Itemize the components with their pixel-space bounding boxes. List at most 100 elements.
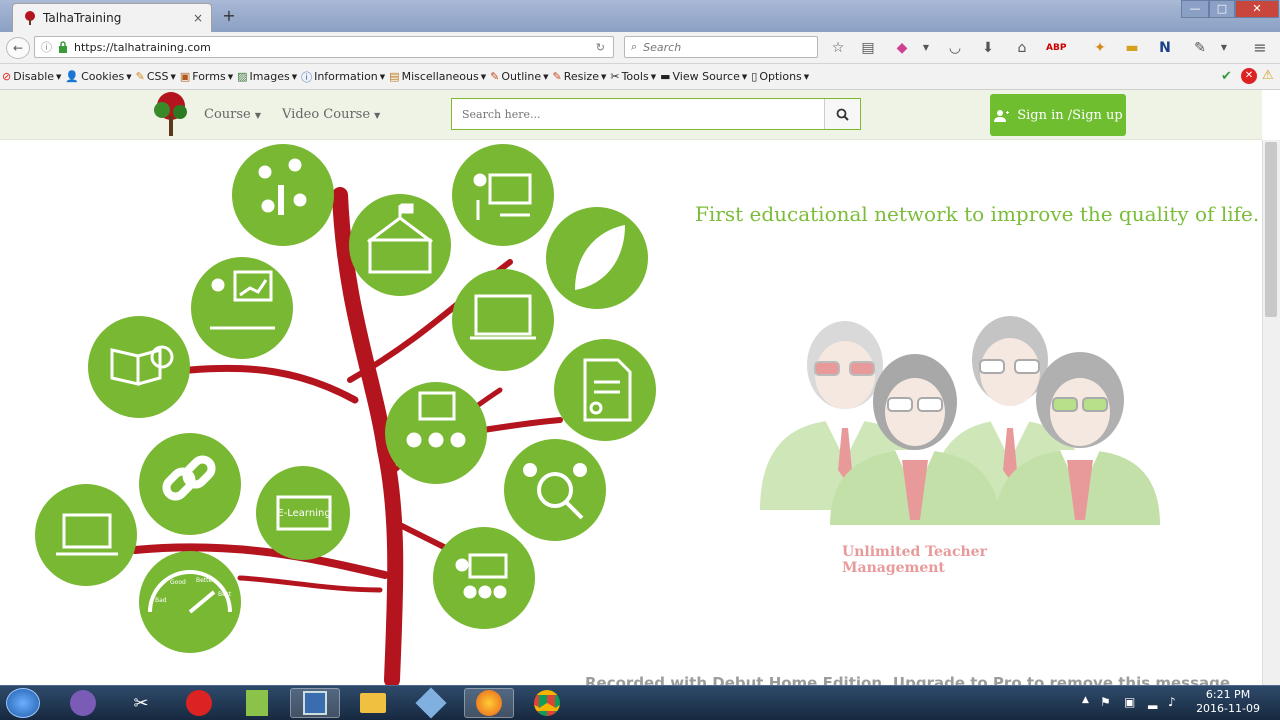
- chart-app-icon: [246, 690, 268, 716]
- caret-icon: ▼: [379, 72, 386, 81]
- puzzle-icon[interactable]: ✦: [1090, 38, 1110, 58]
- devtool-miscellaneous[interactable]: ▤ Miscellaneous ▼: [389, 70, 490, 83]
- back-arrow-icon[interactable]: ←: [6, 37, 30, 59]
- chevron-down-icon: ▼: [374, 111, 381, 120]
- network-signal-icon[interactable]: ▂: [1148, 695, 1157, 709]
- presenter-circle[interactable]: [452, 144, 554, 246]
- devtool-css[interactable]: ✎ CSS ▼: [136, 70, 180, 83]
- taskbar-chrome[interactable]: [522, 688, 572, 718]
- tab-close-icon[interactable]: ×: [193, 11, 203, 25]
- action-center-flag-icon[interactable]: ⚑: [1100, 695, 1111, 709]
- browser-search-box[interactable]: ⌕ Search: [624, 36, 818, 58]
- devtool-label: Miscellaneous: [401, 70, 479, 83]
- devtool-label: Cookies: [81, 70, 125, 83]
- close-window-button[interactable]: ✕: [1235, 0, 1279, 18]
- system-clock[interactable]: 6:21 PM 2016-11-09: [1196, 688, 1260, 716]
- css-icon: ✎: [135, 70, 145, 83]
- browser-search-placeholder: Search: [643, 40, 682, 54]
- device-icon[interactable]: ▣: [1124, 695, 1135, 709]
- maximize-button[interactable]: □: [1209, 0, 1235, 18]
- caret-icon: ▼: [650, 72, 657, 81]
- laptop-book-circle[interactable]: [35, 484, 137, 586]
- validation-check-icon[interactable]: ✔: [1221, 69, 1232, 84]
- certificate-circle[interactable]: [554, 339, 656, 441]
- nav-video-course-dropdown[interactable]: Video Course ▼: [282, 107, 380, 122]
- caret-icon: ▼: [126, 72, 132, 81]
- devtool-forms[interactable]: ▣ Forms ▼: [180, 70, 237, 83]
- add-user-icon: [994, 109, 1010, 122]
- site-logo-tree-icon[interactable]: [150, 90, 192, 138]
- caret-icon: ▼: [480, 72, 487, 81]
- taskbar-app-2[interactable]: ✂: [116, 688, 166, 718]
- browser-tab[interactable]: TalhaTraining ×: [12, 3, 212, 32]
- clock-time: 6:21 PM: [1205, 688, 1251, 701]
- warning-icon[interactable]: ⚠: [1262, 68, 1274, 83]
- hamburger-menu-icon[interactable]: ≡: [1250, 38, 1270, 58]
- color-picker-icon[interactable]: ◆: [892, 38, 912, 58]
- devtool-label: View Source: [672, 70, 740, 83]
- bookmark-star-icon[interactable]: ☆: [828, 38, 848, 58]
- online-class-circle[interactable]: [452, 269, 554, 371]
- url-bar[interactable]: ⓘ https://talhatraining.com ↻: [34, 36, 614, 58]
- chrome-icon: [534, 690, 560, 716]
- tools-icon: ✂: [610, 70, 620, 83]
- search-people-circle[interactable]: [504, 439, 606, 541]
- site-search-button[interactable]: [824, 99, 860, 129]
- home-icon[interactable]: ⌂: [1012, 38, 1032, 58]
- caret-icon: ▼: [803, 72, 810, 81]
- download-icon[interactable]: ⬇: [978, 38, 998, 58]
- taskbar-app-7[interactable]: [406, 687, 456, 719]
- purple-app-icon: [70, 690, 96, 716]
- caret-icon: ▼: [543, 72, 549, 81]
- sign-in-label: Sign in /Sign up: [1017, 107, 1123, 123]
- caret-icon: ▼: [600, 72, 607, 81]
- adblock-icon[interactable]: ABP: [1046, 38, 1066, 58]
- validation-error-icon[interactable]: ✕: [1241, 68, 1257, 84]
- page-scrollbar[interactable]: [1262, 140, 1280, 685]
- caret-icon: ▼: [741, 72, 748, 81]
- devtool-information[interactable]: ⓘ Information ▼: [301, 69, 389, 85]
- devtool-cookies[interactable]: 👤 Cookies ▼: [65, 70, 135, 83]
- chevron-down-icon[interactable]: ▼: [916, 38, 936, 58]
- tray-expand-icon[interactable]: ▲: [1082, 695, 1089, 705]
- reload-icon[interactable]: ↻: [596, 41, 605, 54]
- reading-list-icon[interactable]: ▤: [858, 38, 878, 58]
- nav-course-dropdown[interactable]: Course ▼: [204, 107, 261, 122]
- disable-icon: ⊘: [2, 70, 12, 83]
- devtool-options[interactable]: ▯ Options ▼: [751, 70, 813, 83]
- devtool-label: Outline: [501, 70, 542, 83]
- info-icon[interactable]: ⓘ: [41, 39, 52, 55]
- notes-icon[interactable]: ▬: [1122, 38, 1142, 58]
- overflow-chevron-icon[interactable]: ▼: [1214, 38, 1234, 58]
- browser-nav-bar: ← ⓘ https://talhatraining.com ↻ ⌕ Search…: [0, 32, 1280, 64]
- taskbar-app-5[interactable]: [290, 688, 340, 718]
- devtool-outline[interactable]: ✎ Outline ▼: [490, 70, 552, 83]
- taskbar-firefox[interactable]: [464, 688, 514, 718]
- n-extension-icon[interactable]: N: [1155, 38, 1175, 58]
- devtool-resize[interactable]: ✎ Resize ▼: [553, 70, 611, 83]
- devtool-view-source[interactable]: ▬ View Source ▼: [660, 70, 751, 83]
- devtool-tools[interactable]: ✂ Tools ▼: [610, 70, 660, 83]
- devtool-disable[interactable]: ⊘ Disable ▼: [2, 70, 65, 83]
- taskbar-app-4[interactable]: [232, 688, 282, 718]
- gauge-label-better: Better: [196, 577, 215, 584]
- devtool-images[interactable]: ▨ Images ▼: [237, 70, 301, 83]
- nav-video-course-label: Video Course: [282, 107, 371, 122]
- minimize-button[interactable]: —: [1181, 0, 1209, 18]
- sign-in-button[interactable]: Sign in /Sign up: [990, 94, 1126, 136]
- taskbar-app-1[interactable]: [58, 688, 108, 718]
- volume-icon[interactable]: ♪: [1168, 695, 1176, 709]
- taskbar-app-3[interactable]: [174, 688, 224, 718]
- start-button[interactable]: [6, 688, 40, 718]
- scrollbar-thumb[interactable]: [1265, 142, 1277, 317]
- cube-icon: [415, 687, 447, 719]
- site-search-input[interactable]: [452, 99, 824, 129]
- url-text[interactable]: https://talhatraining.com: [74, 41, 211, 54]
- taskbar-explorer[interactable]: [348, 688, 398, 718]
- gauge-label-good: Good: [170, 579, 186, 586]
- tools-extension-icon[interactable]: ✎: [1190, 38, 1210, 58]
- new-tab-button[interactable]: +: [218, 6, 240, 26]
- pocket-icon[interactable]: ◡: [945, 38, 965, 58]
- devtool-label: Images: [249, 70, 290, 83]
- education-tree-illustration: E-Learning Bad Good Better Best: [35, 144, 656, 685]
